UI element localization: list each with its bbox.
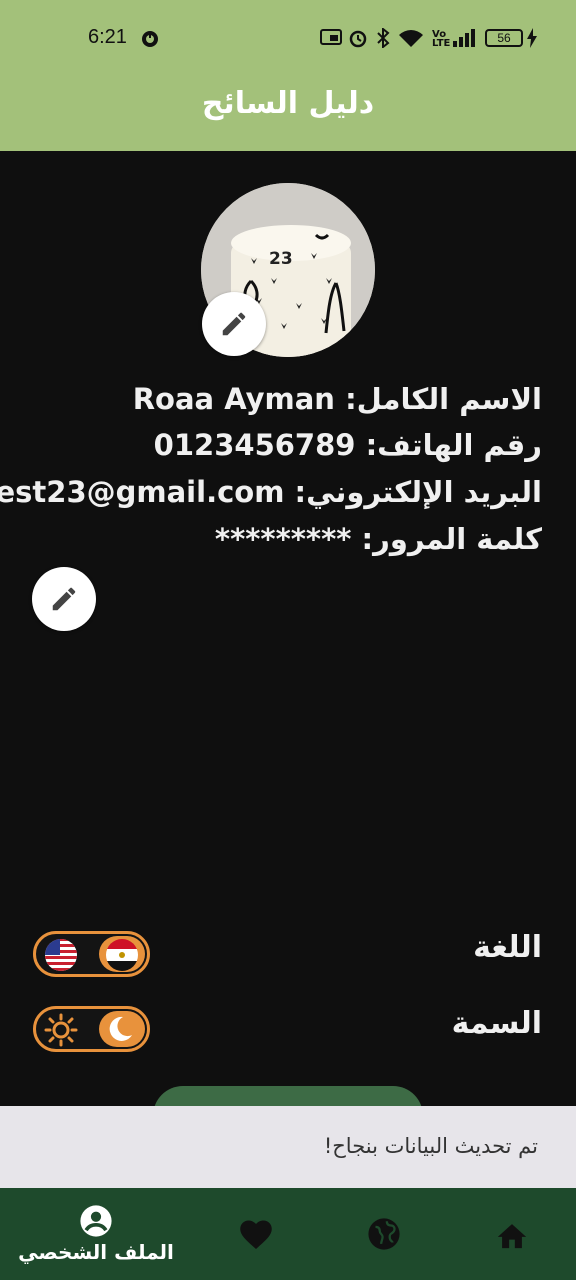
bluetooth-icon (377, 28, 390, 48)
language-label: اللغة (473, 930, 542, 965)
app-title: دليل السائح (201, 86, 375, 121)
charging-icon (527, 28, 537, 48)
password-label: كلمة المرور: (361, 522, 542, 556)
pencil-icon (222, 312, 246, 336)
phone-row: رقم الهاتف: 0123456789 (154, 428, 542, 462)
nav-item-profile[interactable]: الملف الشخصي (15, 1188, 177, 1280)
account-circle-icon (80, 1205, 112, 1237)
signal-icon (453, 29, 475, 47)
full-name-value: Roaa Ayman (132, 382, 335, 416)
snackbar: تم تحديث البيانات بنجاح! (0, 1106, 576, 1188)
password-value: ********* (214, 522, 352, 556)
volte-icon: Vo LTE (432, 29, 451, 49)
bottom-nav: الملف الشخصي (0, 1188, 576, 1280)
nav-item-home[interactable] (482, 1188, 542, 1280)
edit-avatar-button[interactable] (202, 292, 266, 356)
globe-icon (368, 1218, 400, 1250)
nav-item-explore[interactable] (354, 1188, 414, 1280)
us-flag-icon (45, 939, 77, 971)
heart-icon (240, 1220, 272, 1249)
email-row: البريد الإلكتروني: test23@gmail.com (0, 475, 542, 509)
cake-number: 23 (269, 249, 293, 269)
status-bar: 6:21 Vo LTE 56 (0, 0, 576, 76)
theme-toggle[interactable] (33, 1006, 150, 1052)
full-name-label: الاسم الكامل: (345, 382, 542, 416)
phone-label: رقم الهاتف: (365, 428, 542, 462)
home-icon (497, 1224, 527, 1249)
pencil-icon (52, 587, 76, 611)
email-value: test23@gmail.com (0, 475, 285, 509)
snackbar-message: تم تحديث البيانات بنجاح! (323, 1134, 538, 1158)
alarm-icon (349, 30, 367, 48)
phone-value: 0123456789 (153, 428, 356, 462)
theme-label: السمة (451, 1006, 542, 1041)
full-name-row: الاسم الكامل: Roaa Ayman (133, 382, 542, 416)
sync-icon (142, 31, 158, 47)
app-bar: دليل السائح (0, 76, 576, 151)
moon-icon (109, 1016, 132, 1041)
password-row: كلمة المرور: ********* (215, 522, 542, 556)
egypt-flag-icon (106, 939, 138, 971)
language-toggle[interactable] (33, 931, 150, 977)
edit-profile-button[interactable] (32, 567, 96, 631)
nav-label-profile: الملف الشخصي (18, 1240, 174, 1264)
email-label: البريد الإلكتروني: (294, 475, 542, 509)
nav-item-favorites[interactable] (226, 1188, 286, 1280)
status-time: 6:21 (88, 26, 127, 48)
cast-icon (320, 29, 342, 45)
wifi-icon (399, 30, 423, 47)
battery-icon: 56 (485, 29, 523, 47)
sun-icon (44, 1013, 78, 1047)
